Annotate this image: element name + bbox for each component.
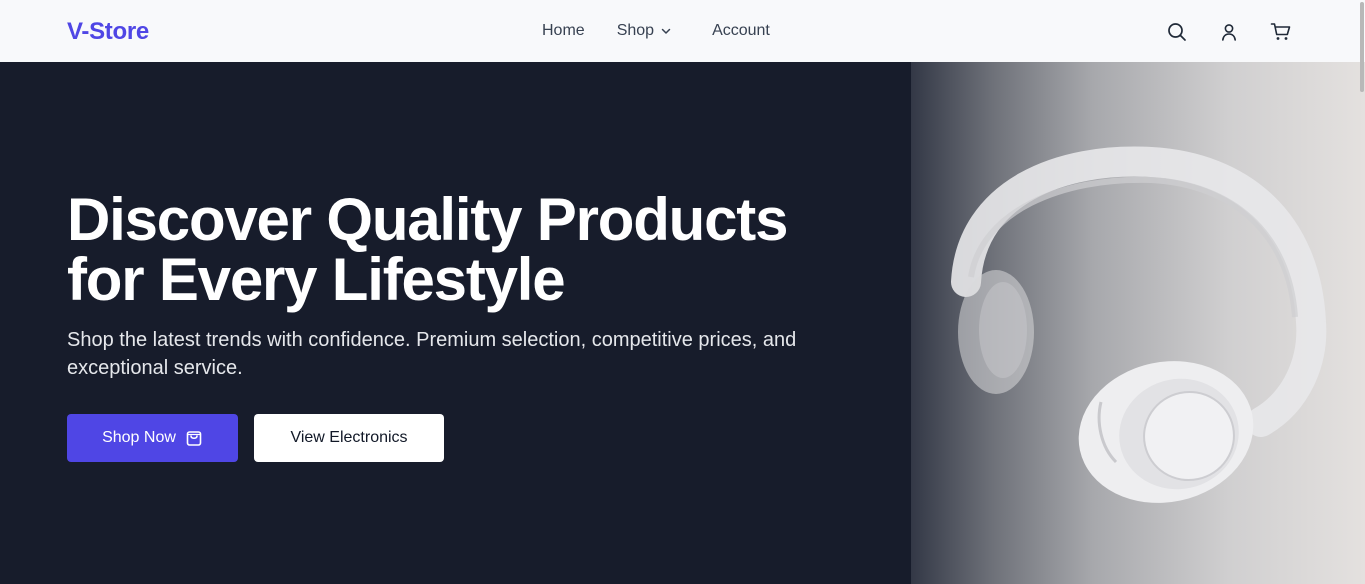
nav-home-label: Home bbox=[542, 22, 585, 39]
logo[interactable]: V-Store bbox=[67, 18, 149, 46]
nav-shop-label: Shop bbox=[616, 22, 655, 39]
cart-icon[interactable] bbox=[1270, 21, 1292, 43]
hero-title: Discover Quality Products for Every Life… bbox=[67, 190, 867, 310]
chevron-down-icon bbox=[660, 25, 672, 37]
main-nav: Home Shop Account bbox=[542, 22, 770, 40]
nav-account[interactable]: Account bbox=[712, 22, 770, 40]
hero-subtitle: Shop the latest trends with confidence. … bbox=[67, 329, 797, 379]
site-header: V-Store Home Shop Account bbox=[0, 0, 1365, 62]
hero-headphones-image bbox=[911, 62, 1365, 584]
nav-home[interactable]: Home bbox=[542, 22, 585, 40]
nav-shop[interactable]: Shop bbox=[617, 22, 672, 40]
view-electronics-label: View Electronics bbox=[290, 429, 408, 446]
shopping-bag-icon bbox=[185, 429, 203, 447]
hero-title-line-2: for Every Lifestyle bbox=[67, 246, 566, 313]
header-actions bbox=[1166, 21, 1292, 43]
view-electronics-button[interactable]: View Electronics bbox=[254, 414, 444, 462]
scrollbar-thumb[interactable] bbox=[1360, 2, 1364, 92]
hero-section: Discover Quality Products for Every Life… bbox=[0, 62, 1365, 584]
user-icon[interactable] bbox=[1218, 21, 1240, 43]
hero-title-line-1: Discover Quality Products bbox=[67, 186, 788, 253]
search-icon[interactable] bbox=[1166, 21, 1188, 43]
page-scrollbar[interactable] bbox=[1359, 0, 1365, 584]
nav-account-label: Account bbox=[712, 22, 770, 39]
shop-now-button[interactable]: Shop Now bbox=[67, 414, 238, 462]
shop-now-label: Shop Now bbox=[102, 429, 176, 446]
